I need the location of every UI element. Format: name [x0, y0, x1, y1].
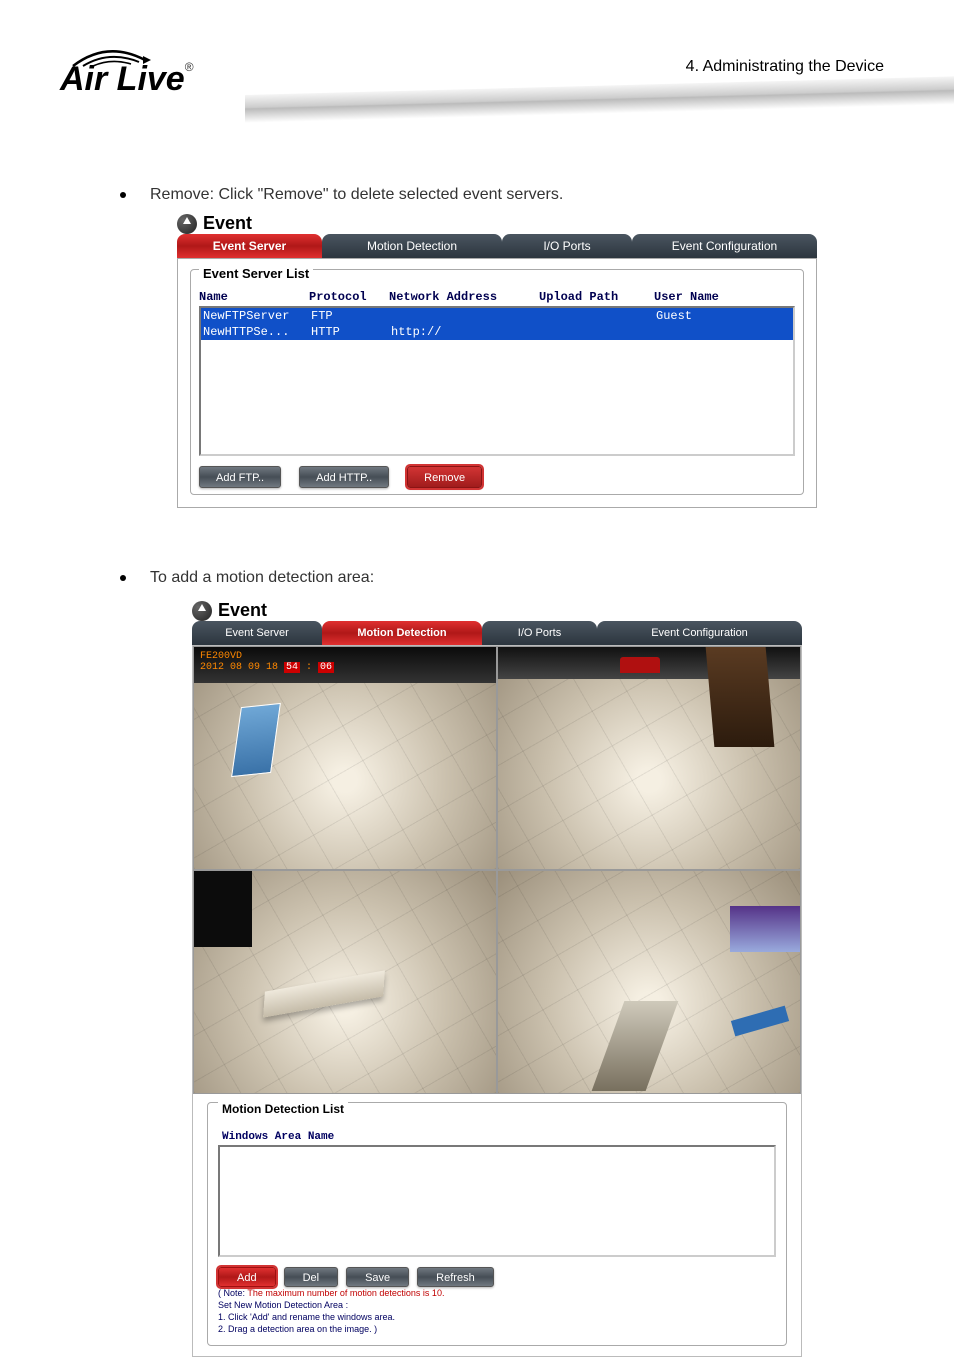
camera-quad: FE200VD 2012 08 09 18 54 : 06	[193, 646, 801, 1094]
motion-detection-list[interactable]	[218, 1145, 776, 1257]
save-button[interactable]: Save	[346, 1267, 409, 1287]
cell-protocol: HTTP	[311, 324, 391, 340]
bullet-icon	[120, 575, 126, 581]
event-server-panel: Event Server List Name Protocol Network …	[177, 258, 817, 508]
add-button[interactable]: Add	[218, 1267, 276, 1287]
tab-event-server[interactable]: Event Server	[177, 234, 322, 258]
list-row[interactable]: NewHTTPSe... HTTP http://	[201, 324, 793, 340]
col-upload-path: Upload Path	[539, 290, 654, 304]
tab-io-ports[interactable]: I/O Ports	[482, 621, 597, 645]
list-header: Name Protocol Network Address Upload Pat…	[199, 290, 795, 304]
panel-title: Event	[203, 213, 252, 234]
logo-arcs-icon	[65, 40, 155, 70]
tab-motion-detection[interactable]: Motion Detection	[322, 234, 502, 258]
logo: Air Live®	[60, 60, 194, 99]
camera-view-4[interactable]	[497, 870, 801, 1094]
cell-name: NewHTTPSe...	[201, 324, 311, 340]
motion-detection-list-wrap: Motion Detection List Windows Area Name …	[193, 1094, 801, 1356]
cell-path	[541, 324, 656, 340]
tabs: Event Server Motion Detection I/O Ports …	[177, 234, 817, 258]
button-row: Add FTP.. Add HTTP.. Remove	[199, 466, 803, 488]
tabs: Event Server Motion Detection I/O Ports …	[192, 621, 802, 645]
server-list[interactable]: NewFTPServer FTP Guest NewHTTPSe... HTTP…	[199, 306, 795, 456]
bullet-icon	[120, 192, 126, 198]
col-user-name: User Name	[654, 290, 795, 304]
cell-user: Guest	[656, 308, 793, 324]
fieldset-label: Motion Detection List	[218, 1102, 348, 1116]
event-icon	[192, 601, 212, 621]
camera-view-3[interactable]	[193, 870, 497, 1094]
list-row[interactable]: NewFTPServer FTP Guest	[201, 308, 793, 324]
col-name: Name	[199, 290, 309, 304]
camera-view-2[interactable]	[497, 646, 801, 870]
panel-title-row: Event	[192, 600, 802, 621]
button-row: Add Del Save Refresh	[218, 1267, 776, 1287]
panel-title: Event	[218, 600, 267, 621]
page-header: Air Live® 4. Administrating the Device	[0, 0, 954, 145]
tab-io-ports[interactable]: I/O Ports	[502, 234, 632, 258]
bullet-item: Remove: Click "Remove" to delete selecte…	[120, 183, 874, 207]
cell-protocol: FTP	[311, 308, 391, 324]
tab-motion-detection[interactable]: Motion Detection	[322, 621, 482, 645]
cell-path	[541, 308, 656, 324]
cell-addr: http://	[391, 324, 541, 340]
logo-registered: ®	[185, 60, 194, 74]
camera-view-1[interactable]: FE200VD 2012 08 09 18 54 : 06	[193, 646, 497, 870]
cell-addr	[391, 308, 541, 324]
camera-osd: FE200VD 2012 08 09 18 54 : 06	[200, 651, 334, 673]
add-http-button[interactable]: Add HTTP..	[299, 466, 389, 488]
cell-user	[656, 324, 793, 340]
fieldset-label: Event Server List	[199, 266, 313, 281]
mdl-col-header: Windows Area Name	[222, 1131, 772, 1143]
chapter-heading: 4. Administrating the Device	[686, 58, 884, 76]
header-divider	[245, 76, 954, 123]
bullet-item: To add a motion detection area:	[120, 566, 874, 590]
motion-detection-screenshot: Event Event Server Motion Detection I/O …	[192, 600, 802, 1357]
motion-detection-panel: FE200VD 2012 08 09 18 54 : 06 Motion Det…	[192, 645, 802, 1357]
panel-title-row: Event	[177, 213, 817, 234]
cell-name: NewFTPServer	[201, 308, 311, 324]
col-protocol: Protocol	[309, 290, 389, 304]
remove-button[interactable]: Remove	[407, 466, 482, 488]
col-network-address: Network Address	[389, 290, 539, 304]
tab-event-configuration[interactable]: Event Configuration	[597, 621, 802, 645]
add-ftp-button[interactable]: Add FTP..	[199, 466, 281, 488]
refresh-button[interactable]: Refresh	[417, 1267, 494, 1287]
note-text: ( Note: The maximum number of motion det…	[218, 1287, 776, 1335]
del-button[interactable]: Del	[284, 1267, 339, 1287]
bullet-text: Remove: Click "Remove" to delete selecte…	[150, 183, 563, 207]
event-icon	[177, 214, 197, 234]
bullet-text: To add a motion detection area:	[150, 566, 374, 590]
event-server-screenshot: Event Event Server Motion Detection I/O …	[177, 213, 817, 508]
tab-event-configuration[interactable]: Event Configuration	[632, 234, 817, 258]
tab-event-server[interactable]: Event Server	[192, 621, 322, 645]
